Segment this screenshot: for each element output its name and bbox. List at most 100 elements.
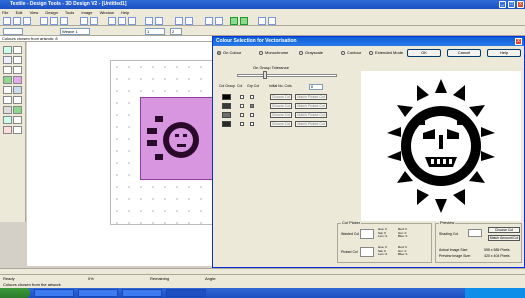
taskbar-item[interactable] [78,289,118,297]
menu-view[interactable]: View [28,10,39,15]
match-picked-col-button[interactable]: Match Picked Col [295,112,327,118]
tool-zoom-icon[interactable] [13,96,22,104]
tool-measure-icon[interactable] [3,96,12,104]
cancel-button[interactable]: Cancel [447,49,481,57]
print-icon[interactable] [80,17,88,25]
picked-col-swatch[interactable] [360,247,374,257]
choose-col-button[interactable]: Choose Col [270,103,292,109]
copy-icon[interactable] [50,17,58,25]
dialog-close-icon[interactable]: x [515,38,522,45]
move-icon[interactable] [185,17,193,25]
initial-no-field[interactable]: 8 [309,84,323,90]
row-checkbox[interactable] [240,95,244,99]
ok-button[interactable]: OK [407,49,441,57]
tool-lasso-icon[interactable] [13,46,22,54]
open-icon[interactable] [13,17,21,25]
combo-zoom[interactable] [3,28,23,35]
mode-extended[interactable]: Extended Mode [369,50,403,55]
row-checkbox[interactable] [240,104,244,108]
menu-help[interactable]: Help [119,10,129,15]
settings-icon[interactable] [258,17,266,25]
row-checkbox[interactable] [250,95,254,99]
tool-paint-icon[interactable] [13,56,22,64]
preview-group: Preview Shading Col Choose Col Match Amo… [435,221,522,263]
tool-weave-icon[interactable] [3,76,12,84]
layer-icon[interactable] [145,17,153,25]
choose-col-button[interactable]: Choose Col [270,112,292,118]
green-tool-2-icon[interactable] [240,17,248,25]
left-toolbox [0,42,26,222]
minimize-icon[interactable]: _ [499,1,506,8]
menu-design[interactable]: Design [43,10,57,15]
combo-weave[interactable]: Weave 1 [60,28,90,35]
shading-swatch[interactable] [468,229,482,237]
tolerance-thumb[interactable] [263,71,267,79]
fill-icon[interactable] [118,17,126,25]
match-picked-col-button[interactable]: Match Picked Col [295,121,327,127]
colour-swatch[interactable] [222,121,231,127]
green-tool-icon[interactable] [230,17,238,25]
wanted-col-swatch[interactable] [360,229,374,239]
preview-choose-col-button[interactable]: Choose Col [488,227,520,233]
selection-area[interactable] [140,97,213,180]
cut-icon[interactable] [40,17,48,25]
tool-eraser-icon[interactable] [13,116,22,124]
mode-contour[interactable]: Contour [341,50,361,55]
pen-icon[interactable] [128,17,136,25]
combo-scale[interactable]: 1 [145,28,165,35]
start-button[interactable] [0,288,30,298]
color-icon[interactable] [205,17,213,25]
palette-icon[interactable] [155,17,163,25]
match-picked-col-button[interactable]: Match Picked Col [295,94,327,100]
taskbar-item[interactable] [122,289,162,297]
tool-redpen-icon[interactable] [3,126,12,134]
paste-icon[interactable] [60,17,68,25]
menu-window[interactable]: Window [98,10,114,15]
mode-grayscale[interactable]: Grayscale [299,50,323,55]
zoom-icon[interactable] [90,17,98,25]
tool-text-icon[interactable] [3,56,12,64]
choose-col-button[interactable]: Choose Col [270,121,292,127]
taskbar-item[interactable] [34,289,74,297]
colour-swatch[interactable] [222,103,231,109]
save-icon[interactable] [23,17,31,25]
mode-monochrome[interactable]: Monochrome [259,50,288,55]
row-checkbox[interactable] [250,122,254,126]
help-button[interactable]: Help [487,49,521,57]
row-checkbox[interactable] [250,104,254,108]
grid-icon[interactable] [108,17,116,25]
menu-tools[interactable]: Tools [63,10,74,15]
row-checkbox[interactable] [250,113,254,117]
weave-icon[interactable] [215,17,223,25]
menu-edit[interactable]: Edit [14,10,23,15]
tool-layer-icon[interactable] [3,106,12,114]
maximize-icon[interactable]: □ [508,1,515,8]
tool-fill-icon[interactable] [3,116,12,124]
combo-repeat[interactable]: 2 [170,28,182,35]
row-checkbox[interactable] [240,122,244,126]
menu-file[interactable]: File [0,10,8,15]
match-amount-button[interactable]: Match Amount/Col [488,235,520,241]
mode-on-colour[interactable]: On Colour [217,50,241,55]
tool-misc-icon[interactable] [13,126,22,134]
select-icon[interactable] [175,17,183,25]
help-icon[interactable] [268,17,276,25]
taskbar-item-active[interactable] [166,289,206,297]
row-checkbox[interactable] [240,113,244,117]
tolerance-slider[interactable] [237,74,337,77]
choose-col-button[interactable]: Choose Col [270,94,292,100]
colour-swatch[interactable] [222,112,231,118]
tool-curve-icon[interactable] [13,66,22,74]
match-picked-col-button[interactable]: Match Picked Col [295,103,327,109]
close-icon[interactable]: x [517,1,524,8]
tool-select-icon[interactable] [3,46,12,54]
tool-color-icon[interactable] [13,106,22,114]
menu-image[interactable]: Image [79,10,92,15]
colour-swatch[interactable] [222,94,231,100]
sun-mask-icon [147,116,199,160]
tool-pattern-icon[interactable] [13,76,22,84]
new-icon[interactable] [3,17,11,25]
tool-grid-icon[interactable] [13,86,22,94]
tool-shape-icon[interactable] [3,86,12,94]
tool-line-icon[interactable] [3,66,12,74]
